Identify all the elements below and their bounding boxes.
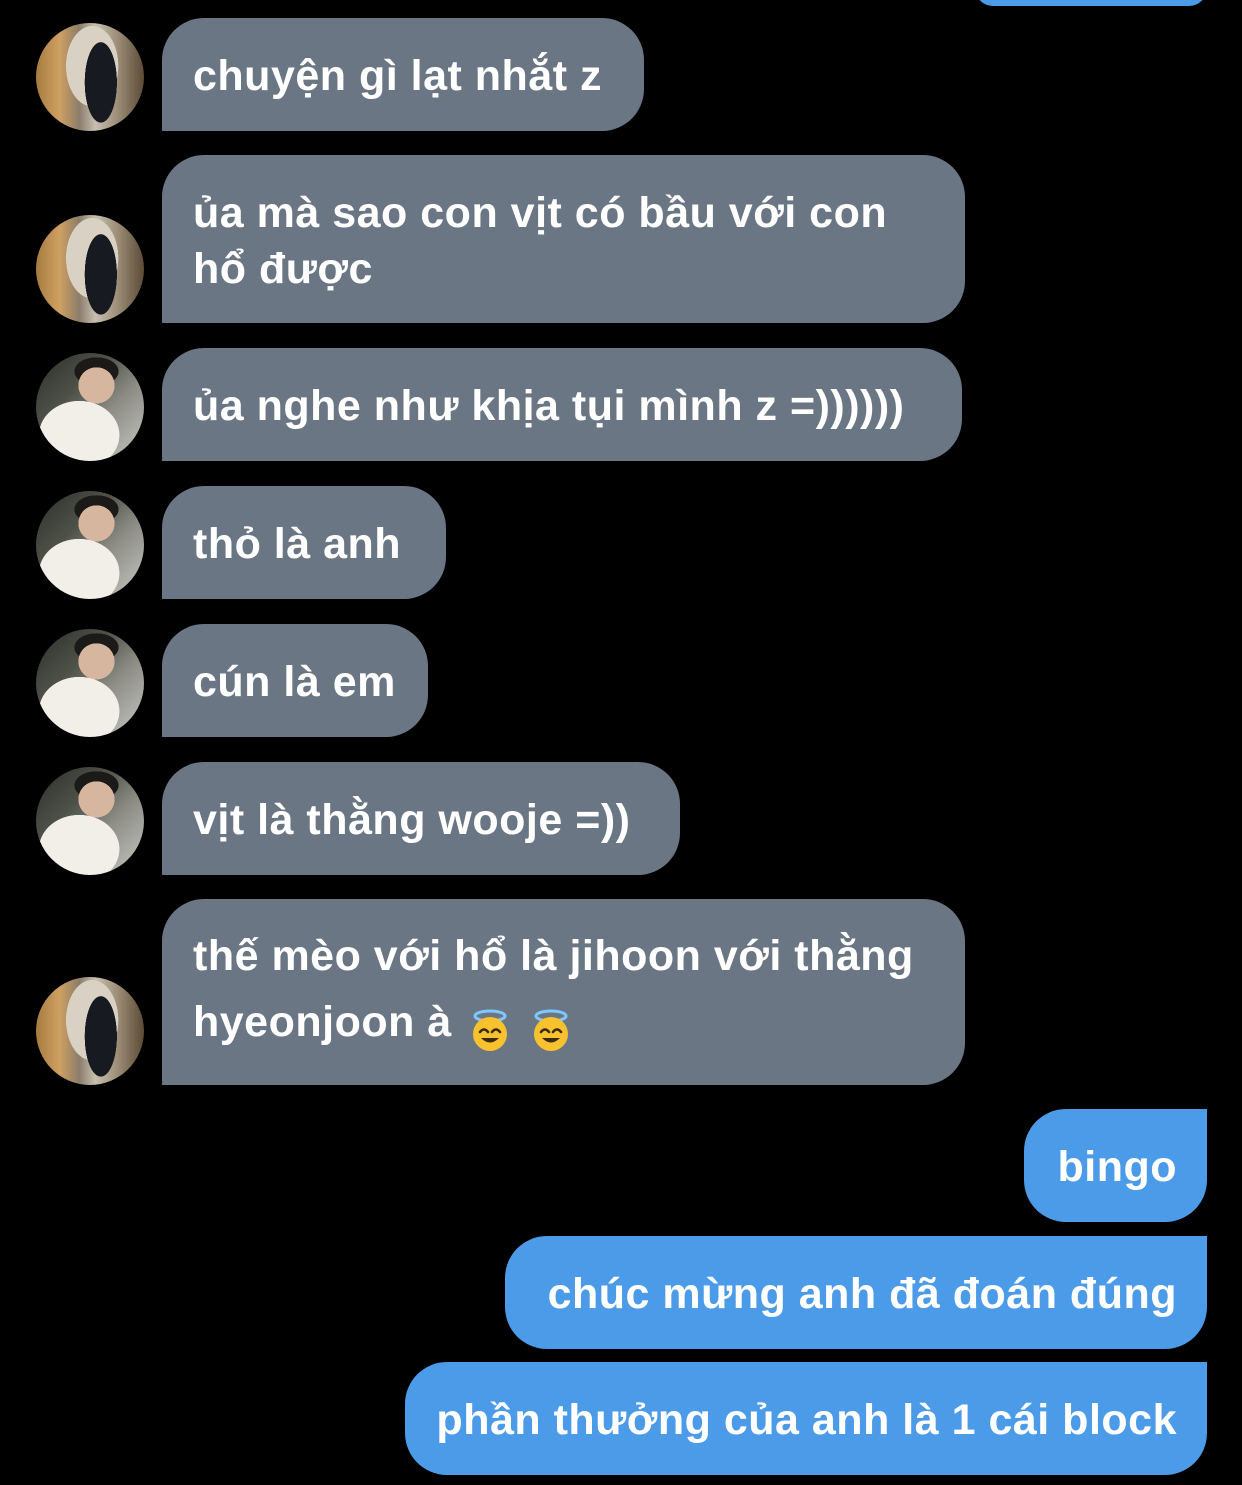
incoming-message-bubble[interactable]: vịt là thằng wooje =)): [162, 762, 680, 875]
chat-thread[interactable]: chuyện gì lạt nhắt z ủa mà sao con vịt c…: [0, 0, 1242, 1485]
message-text: chúc mừng anh đã đoán đúng: [547, 1270, 1177, 1318]
outgoing-message-bubble[interactable]: phần thưởng của anh là 1 cái block: [405, 1362, 1207, 1475]
message-text: bingo: [1057, 1143, 1177, 1191]
avatar-person-with-dog[interactable]: [36, 353, 144, 461]
incoming-message-bubble[interactable]: chuyện gì lạt nhắt z: [162, 18, 644, 131]
incoming-message-bubble[interactable]: ủa mà sao con vịt có bầu với con hổ được: [162, 155, 965, 323]
incoming-message-bubble[interactable]: ủa nghe như khịa tụi mình z =)))))): [162, 348, 962, 461]
incoming-message-bubble[interactable]: thế mèo với hổ là jihoon với thằng hyeon…: [162, 899, 965, 1085]
message-text: vịt là thằng wooje =)): [193, 796, 631, 844]
incoming-message-bubble[interactable]: thỏ là anh: [162, 486, 446, 599]
message-text: thế mèo với hổ là jihoon với thằng: [193, 932, 914, 980]
message-text: chuyện gì lạt nhắt z: [193, 52, 602, 100]
message-text: ủa nghe như khịa tụi mình z =)))))): [193, 382, 905, 430]
message-text: phần thưởng của anh là 1 cái block: [436, 1396, 1177, 1444]
message-text: ủa mà sao con vịt có bầu với con: [193, 189, 888, 237]
avatar-person-with-dog[interactable]: [36, 629, 144, 737]
avatar-person-with-dog[interactable]: [36, 767, 144, 875]
incoming-message-bubble[interactable]: cún là em: [162, 624, 428, 737]
outgoing-message-bubble[interactable]: chúc mừng anh đã đoán đúng: [505, 1236, 1207, 1349]
outgoing-message-bubble[interactable]: bingo: [1024, 1109, 1207, 1222]
message-text: thỏ là anh: [193, 520, 402, 568]
avatar-hooded-person[interactable]: [36, 977, 144, 1085]
avatar-hooded-person[interactable]: [36, 215, 144, 323]
smiling-face-with-halo-icon: [529, 995, 573, 1061]
smiling-face-with-halo-icon: [468, 995, 512, 1061]
message-text: hổ được: [193, 245, 373, 293]
message-text: cún là em: [193, 658, 396, 706]
avatar-hooded-person[interactable]: [36, 23, 144, 131]
avatar-person-with-dog[interactable]: [36, 491, 144, 599]
previous-outgoing-bubble-edge: [975, 0, 1207, 6]
message-text: hyeonjoon à: [193, 998, 452, 1046]
